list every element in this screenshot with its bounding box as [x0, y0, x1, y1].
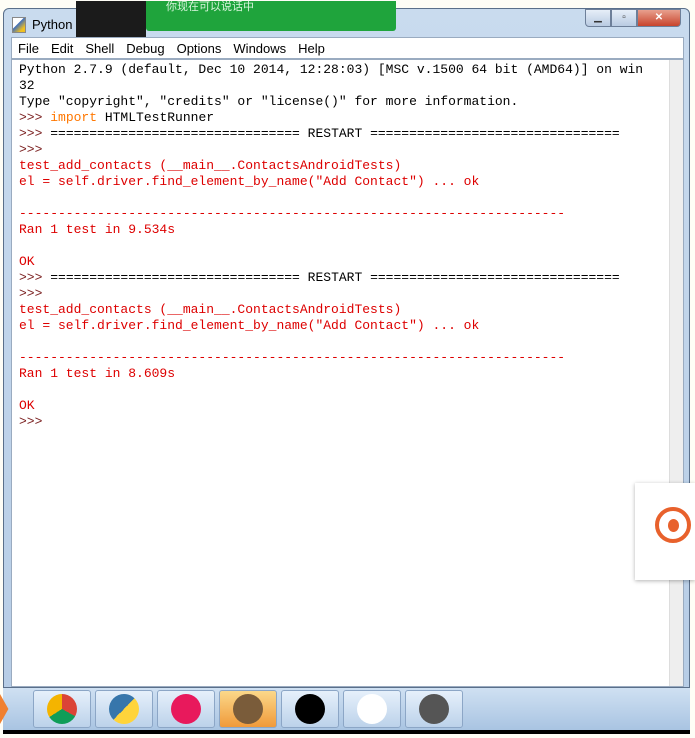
text-segment: Type "copyright", "credits" or "license(… — [19, 94, 519, 109]
menu-options[interactable]: Options — [177, 41, 222, 56]
output-line: OK — [19, 398, 643, 414]
output-line: Python 2.7.9 (default, Dec 10 2014, 12:2… — [19, 62, 643, 78]
taskbar — [3, 688, 690, 734]
text-segment: 32 — [19, 78, 35, 93]
text-segment: el = self.driver.find_element_by_name("A… — [19, 174, 480, 189]
text-segment: >>> — [19, 270, 51, 285]
vertical-scrollbar[interactable] — [669, 60, 683, 686]
output-line: >>> — [19, 286, 643, 302]
text-segment: import — [50, 110, 98, 125]
menu-edit[interactable]: Edit — [51, 41, 73, 56]
output-line: OK — [19, 254, 643, 270]
taskbar-button[interactable] — [33, 690, 91, 728]
menu-windows[interactable]: Windows — [233, 41, 286, 56]
sublime-text-icon — [419, 694, 449, 724]
text-segment: OK — [19, 254, 35, 269]
terminal-icon — [295, 694, 325, 724]
taskbar-button[interactable] — [95, 690, 153, 728]
taskbar-button[interactable] — [343, 690, 401, 728]
text-segment: >>> — [19, 110, 51, 125]
menu-shell[interactable]: Shell — [85, 41, 114, 56]
output-line: 32 — [19, 78, 643, 94]
python-shell-window: Python 你现在可以说话中 ▁ ▫ ✕ File Edit Shell Debug… — [3, 1, 690, 688]
window-title: Python — [32, 17, 73, 32]
output-line: >>> ================================ RES… — [19, 270, 643, 286]
output-line: el = self.driver.find_element_by_name("A… — [19, 318, 643, 334]
output-line: >>> ================================ RES… — [19, 126, 643, 142]
shell-text[interactable]: Python 2.7.9 (default, Dec 10 2014, 12:2… — [19, 62, 643, 430]
overlay-thumbnail — [76, 1, 146, 37]
python-app-icon — [12, 17, 26, 33]
text-segment: >>> — [19, 414, 51, 429]
contacts-app-icon — [233, 694, 263, 724]
taskbar-button[interactable] — [405, 690, 463, 728]
maximize-button[interactable]: ▫ — [611, 9, 637, 27]
output-line: el = self.driver.find_element_by_name("A… — [19, 174, 643, 190]
taskbar-button[interactable] — [157, 690, 215, 728]
text-segment: >>> — [19, 126, 51, 141]
menu-help[interactable]: Help — [298, 41, 325, 56]
python-file-icon — [109, 694, 139, 724]
text-segment: test_add_contacts (__main__.ContactsAndr… — [19, 158, 402, 173]
text-segment: HTMLTestRunner — [97, 110, 215, 125]
output-line: >>> import HTMLTestRunner — [19, 110, 643, 126]
menu-debug[interactable]: Debug — [126, 41, 164, 56]
taskbar-button[interactable] — [281, 690, 339, 728]
bug-report-widget[interactable] — [635, 483, 695, 580]
text-segment: Ran 1 test in 8.609s — [19, 366, 176, 381]
bug-icon — [655, 507, 691, 543]
text-segment: ----------------------------------------… — [19, 350, 566, 365]
output-line: Ran 1 test in 8.609s — [19, 366, 643, 382]
output-line: test_add_contacts (__main__.ContactsAndr… — [19, 158, 643, 174]
taskbar-button[interactable] — [219, 690, 277, 728]
title-bar[interactable]: Python 你现在可以说话中 ▁ ▫ ✕ — [4, 1, 689, 37]
output-line: >>> — [19, 142, 643, 158]
menu-bar: File Edit Shell Debug Options Windows Help — [11, 37, 684, 59]
minimize-button[interactable]: ▁ — [585, 9, 611, 27]
text-segment: Python 2.7.9 (default, Dec 10 2014, 12:2… — [19, 62, 644, 77]
output-line: >>> — [19, 414, 643, 430]
text-segment: >>> — [19, 142, 51, 157]
text-segment: ----------------------------------------… — [19, 206, 566, 221]
output-line: ----------------------------------------… — [19, 350, 643, 366]
output-line: Type "copyright", "credits" or "license(… — [19, 94, 643, 110]
shell-output[interactable]: Python 2.7.9 (default, Dec 10 2014, 12:2… — [11, 59, 684, 687]
text-segment: ================================ RESTART… — [50, 270, 620, 285]
output-line: Ran 1 test in 9.534s — [19, 222, 643, 238]
output-line: test_add_contacts (__main__.ContactsAndr… — [19, 302, 643, 318]
flickr-app-icon — [171, 694, 201, 724]
menu-file[interactable]: File — [18, 41, 39, 56]
output-line: ----------------------------------------… — [19, 206, 643, 222]
text-segment: test_add_contacts (__main__.ContactsAndr… — [19, 302, 402, 317]
text-segment: el = self.driver.find_element_by_name("A… — [19, 318, 480, 333]
text-segment: >>> — [19, 286, 51, 301]
flickr-app-icon-2 — [357, 694, 387, 724]
close-button[interactable]: ✕ — [637, 9, 681, 27]
text-segment: Ran 1 test in 9.534s — [19, 222, 176, 237]
voice-notification-banner[interactable]: 你现在可以说话中 — [146, 1, 396, 31]
chrome-icon — [47, 694, 77, 724]
text-segment: ================================ RESTART… — [50, 126, 620, 141]
text-segment: OK — [19, 398, 35, 413]
